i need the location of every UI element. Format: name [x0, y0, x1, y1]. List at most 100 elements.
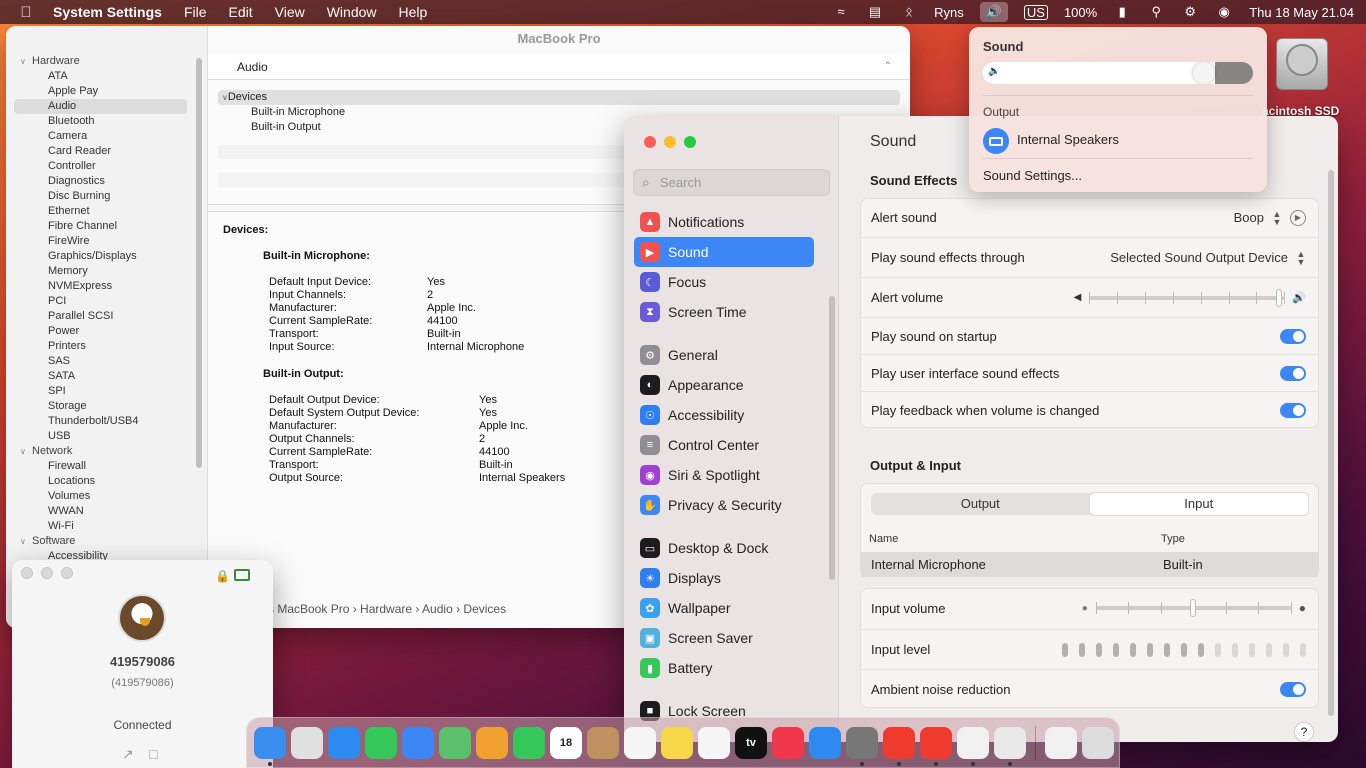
sidebar-item-appearance[interactable]: ◐ Appearance [634, 370, 814, 400]
hard-disk-icon[interactable] [1272, 34, 1330, 94]
sidebar-item[interactable]: Ethernet [6, 204, 207, 219]
slider-knob[interactable] [1190, 599, 1197, 617]
output-device-item[interactable]: Internal Speakers [1017, 132, 1119, 147]
play-icon[interactable]: ▶ [1290, 209, 1306, 226]
apple-menu-icon[interactable]:  [14, 0, 38, 24]
dock-music-icon[interactable] [772, 726, 804, 759]
volume-menu-icon[interactable]: 🔊 [979, 2, 1008, 22]
dock-maps-icon[interactable] [439, 726, 471, 759]
input-source-badge[interactable]: US [1023, 4, 1048, 20]
dock-system-information-icon[interactable] [994, 726, 1026, 766]
sidebar-item-desktop-dock[interactable]: ▭ Desktop & Dock [634, 533, 814, 563]
startup-sound-toggle[interactable] [1280, 328, 1306, 344]
sidebar-item[interactable]: Wi-Fi [6, 519, 207, 534]
sidebar-item-screen-saver[interactable]: ▣ Screen Saver [634, 623, 814, 653]
zoom-button[interactable] [61, 567, 73, 579]
dock-system-settings-icon[interactable] [846, 726, 878, 766]
sidebar-item[interactable]: Card Reader [6, 144, 207, 159]
dock-reminders-icon[interactable] [624, 726, 656, 759]
popover-volume-slider[interactable]: 🔈 [982, 62, 1253, 84]
sidebar-item[interactable]: Parallel SCSI [6, 309, 207, 324]
dock-documents-icon[interactable] [1045, 726, 1077, 759]
chat-icon[interactable]: □ [149, 746, 157, 762]
minimize-button[interactable] [41, 567, 53, 579]
sidebar-item-displays[interactable]: ☀ Displays [634, 563, 814, 593]
sidebar-item[interactable]: Graphics/Displays [6, 249, 207, 264]
minimize-button[interactable] [664, 136, 676, 148]
tab-input[interactable]: Input [1089, 493, 1308, 515]
sidebar-scrollbar[interactable] [196, 58, 202, 468]
sidebar-item[interactable]: SPI [6, 384, 207, 399]
tab-output[interactable]: Output [871, 493, 1090, 515]
sidebar-item-control-center[interactable]: ≡ Control Center [634, 430, 814, 460]
input-volume-slider[interactable] [1095, 599, 1292, 617]
dock-facetime-icon[interactable] [513, 726, 545, 759]
siri-icon[interactable]: ◉ [1215, 5, 1233, 19]
zoom-button[interactable] [684, 136, 696, 148]
sidebar-item[interactable]: Printers [6, 339, 207, 354]
spotlight-search-icon[interactable]: ⚲ [1147, 5, 1165, 19]
sidebar-group[interactable]: Network [6, 444, 207, 459]
sidebar-item[interactable]: Bluetooth [6, 114, 207, 129]
menu-help[interactable]: Help [399, 4, 428, 20]
sidebar-item[interactable]: Fibre Channel [6, 219, 207, 234]
dock-script-editor-icon[interactable] [957, 726, 989, 766]
menu-edit[interactable]: Edit [229, 4, 253, 20]
sidebar-item[interactable]: Thunderbolt/USB4 [6, 414, 207, 429]
sidebar-item[interactable]: FireWire [6, 234, 207, 249]
sidebar-item[interactable]: WWAN [6, 504, 207, 519]
column-header[interactable]: Audio ⌃ [208, 54, 910, 80]
dock-safari-icon[interactable] [328, 726, 360, 759]
sidebar-item[interactable]: NVMExpress [6, 279, 207, 294]
play-through-select[interactable]: Selected Sound Output Device [1110, 250, 1288, 265]
dock-launchpad-icon[interactable] [291, 726, 323, 759]
search-input[interactable]: Search [633, 169, 830, 196]
clock[interactable]: Thu 18 May 21.04 [1249, 5, 1354, 20]
wifi-icon[interactable]: ≈ [832, 5, 850, 19]
tree-item-devices[interactable]: Devices [218, 90, 900, 105]
bluetooth-icon[interactable]: ᛟ [900, 5, 918, 19]
stepper-icon[interactable]: ▲ ▼ [1296, 249, 1306, 266]
menu-app-name[interactable]: System Settings [53, 4, 162, 20]
sidebar-item-siri-spotlight[interactable]: ◉ Siri & Spotlight [634, 460, 814, 490]
menu-window[interactable]: Window [327, 4, 377, 20]
column-name[interactable]: Name [869, 533, 898, 545]
sidebar-item-focus[interactable]: ☾ Focus [634, 267, 814, 297]
slider-knob[interactable] [1276, 288, 1283, 307]
stepper-icon[interactable]: ▲ ▼ [1272, 209, 1282, 226]
feedback-toggle[interactable] [1280, 402, 1306, 418]
sidebar-item[interactable]: Controller [6, 159, 207, 174]
sidebar-item[interactable]: Audio [14, 99, 187, 114]
sidebar-item[interactable]: ATA [6, 69, 207, 84]
sidebar-item-general[interactable]: ⚙ General [634, 340, 814, 370]
column-type[interactable]: Type [1161, 533, 1185, 545]
dock-finder-icon[interactable] [254, 726, 286, 766]
sidebar-item[interactable]: Camera [6, 129, 207, 144]
dock-calendar-icon[interactable]: 18 [550, 726, 582, 759]
sidebar-item[interactable]: Memory [6, 264, 207, 279]
sidebar-item-sound[interactable]: ▶ Sound [634, 237, 814, 267]
sidebar-item[interactable]: SATA [6, 369, 207, 384]
device-row[interactable]: Internal Microphone Built-in [861, 552, 1318, 577]
control-center-icon[interactable]: ⚙ [1181, 5, 1199, 19]
sidebar-group[interactable]: Software [6, 534, 207, 549]
laptop-icon[interactable] [983, 128, 1009, 154]
chevron-up-icon[interactable]: ⌃ [884, 54, 892, 80]
pane-scrollbar[interactable] [1328, 170, 1334, 716]
file-transfer-icon[interactable]: ↗ [122, 746, 134, 763]
ui-sound-toggle[interactable] [1280, 365, 1306, 381]
sidebar-item[interactable]: Volumes [6, 489, 207, 504]
dock-messages-icon[interactable] [365, 726, 397, 759]
dock-mail-icon[interactable] [402, 726, 434, 759]
sidebar-item[interactable]: Disc Burning [6, 189, 207, 204]
sidebar-item-notifications[interactable]: ▲ Notifications [634, 207, 814, 237]
dock-photos-icon[interactable] [476, 726, 508, 759]
menu-view[interactable]: View [275, 4, 305, 20]
dock-trash-icon[interactable] [1082, 726, 1114, 759]
help-button[interactable]: ? [1294, 722, 1314, 742]
ambient-noise-toggle[interactable] [1280, 682, 1306, 697]
sidebar-item[interactable]: SAS [6, 354, 207, 369]
menu-file[interactable]: File [184, 4, 207, 20]
activity-monitor-icon[interactable]: ▤ [866, 5, 884, 19]
alert-volume-slider[interactable] [1089, 288, 1286, 307]
